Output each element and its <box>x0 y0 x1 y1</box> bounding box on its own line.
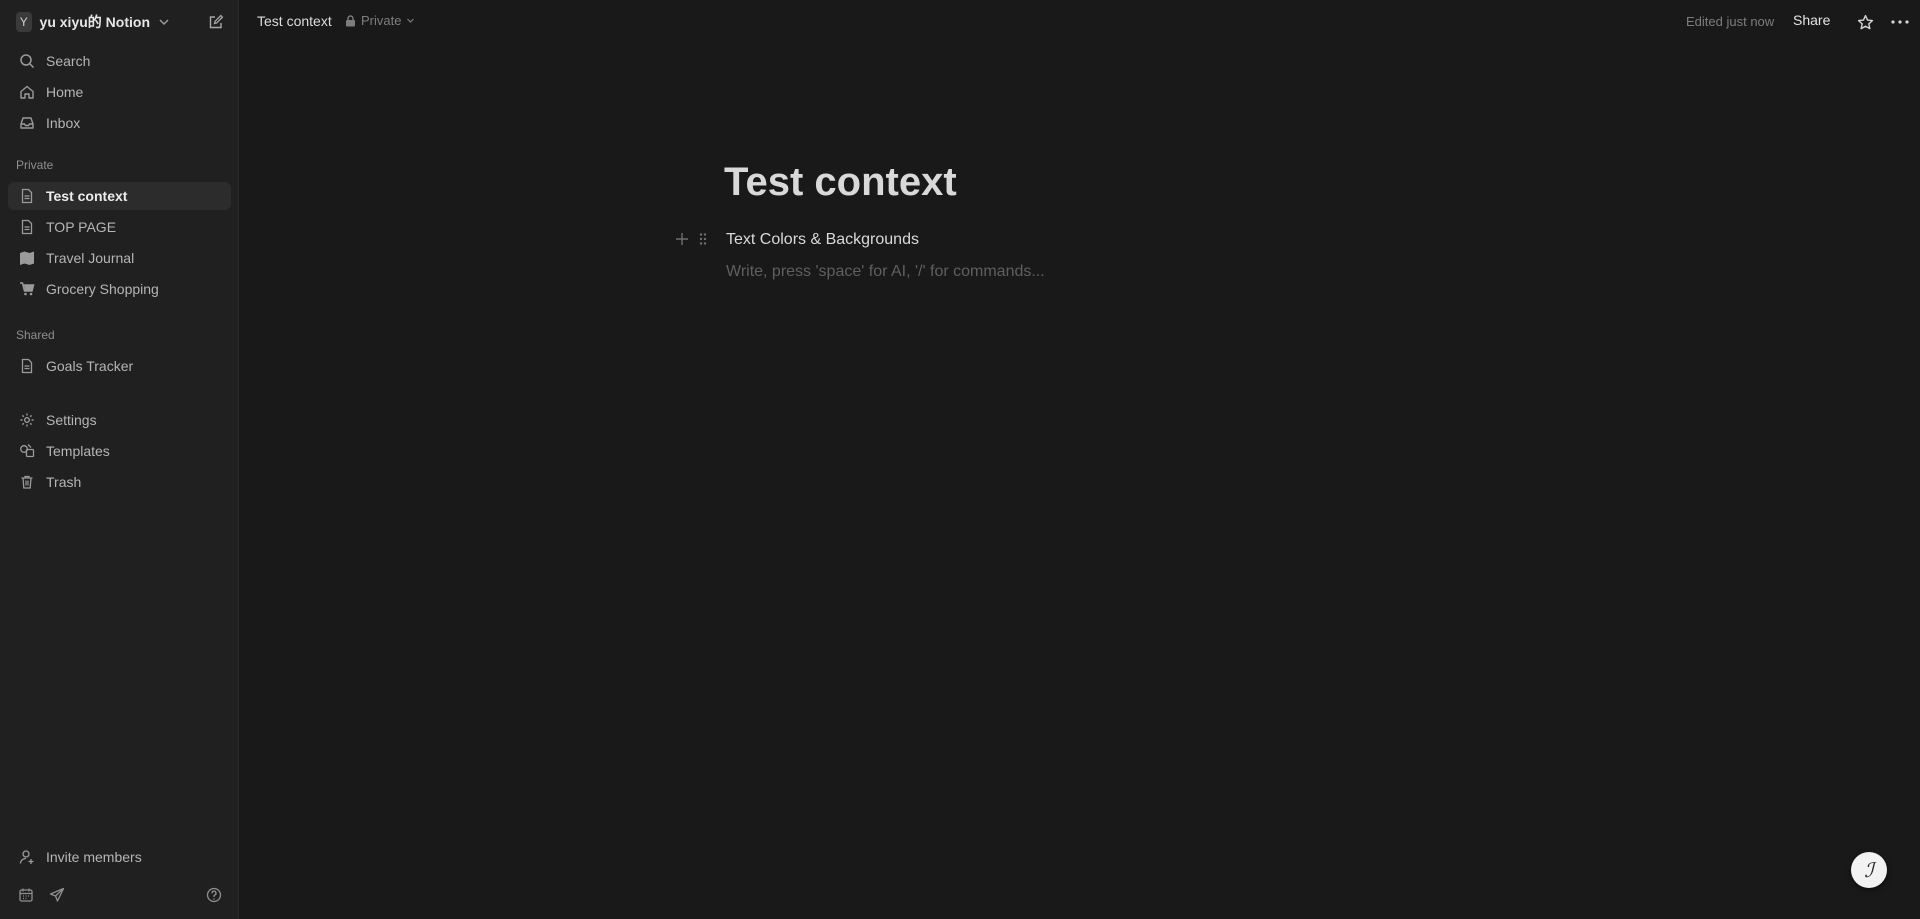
sidebar-item-inbox[interactable]: Inbox <box>8 109 231 137</box>
workspace-switcher[interactable]: Y yu xiyu的 Notion <box>8 9 178 35</box>
empty-block-placeholder[interactable]: Write, press 'space' for AI, '/' for com… <box>726 263 1045 281</box>
sidebar-item-label: Home <box>46 84 84 100</box>
templates-icon <box>18 442 36 460</box>
drag-handle[interactable] <box>694 230 712 248</box>
sidebar-item-home[interactable]: Home <box>8 78 231 106</box>
sidebar-item-goals-tracker[interactable]: Goals Tracker <box>8 352 231 380</box>
drag-handle-icon <box>699 233 707 245</box>
sidebar-item-settings[interactable]: Settings <box>8 406 231 434</box>
workspace-name: yu xiyu的 Notion <box>39 14 150 30</box>
star-icon <box>1857 14 1873 29</box>
sidebar-item-label: TOP PAGE <box>46 219 117 235</box>
sidebar-item-label: Settings <box>46 412 97 428</box>
section-label-shared: Shared <box>16 328 55 342</box>
workspace-avatar: Y <box>16 12 32 32</box>
page-main: Test context Private Edited just now Sha… <box>239 0 1920 919</box>
sidebar-item-label: Templates <box>46 443 110 459</box>
sidebar-item-trash[interactable]: Trash <box>8 468 231 496</box>
page-icon <box>18 187 36 205</box>
inbox-icon <box>18 114 36 132</box>
sidebar-item-label: Trash <box>46 474 82 490</box>
search-icon <box>18 52 36 70</box>
edited-status: Edited just now <box>1686 14 1775 29</box>
map-icon <box>18 249 36 267</box>
page-title[interactable]: Test context <box>724 160 957 205</box>
sidebar-item-travel-journal[interactable]: Travel Journal <box>8 244 231 272</box>
sidebar-item-invite-members[interactable]: Invite members <box>8 843 231 871</box>
sidebar-item-label: Inbox <box>46 115 81 131</box>
calendar-icon[interactable] <box>15 884 37 906</box>
lock-icon <box>345 14 356 27</box>
favorite-button[interactable] <box>1854 11 1876 33</box>
plus-icon <box>676 233 688 245</box>
add-block-button[interactable] <box>673 230 691 248</box>
app-window: Y yu xiyu的 Notion Search Home Inbox Priv… <box>0 0 1920 919</box>
sidebar: Y yu xiyu的 Notion Search Home Inbox Priv… <box>0 0 239 919</box>
gear-icon <box>18 411 36 429</box>
sidebar-item-label: Grocery Shopping <box>46 281 159 297</box>
sidebar-item-grocery-shopping[interactable]: Grocery Shopping <box>8 275 231 303</box>
breadcrumb-page[interactable]: Test context <box>257 13 332 29</box>
sidebar-item-top-page[interactable]: TOP PAGE <box>8 213 231 241</box>
compose-icon <box>209 14 224 29</box>
sidebar-item-templates[interactable]: Templates <box>8 437 231 465</box>
privacy-dropdown[interactable]: Private <box>345 13 415 28</box>
send-icon[interactable] <box>46 884 68 906</box>
new-page-button[interactable] <box>205 11 227 33</box>
topbar: Test context Private Edited just now Sha… <box>239 0 1920 44</box>
page-icon <box>18 357 36 375</box>
page-icon <box>18 218 36 236</box>
sidebar-item-label: Invite members <box>46 849 142 865</box>
sidebar-item-label: Goals Tracker <box>46 358 134 374</box>
notion-ai-button[interactable]: ℐ <box>1851 852 1887 888</box>
chevron-down-icon <box>158 16 170 28</box>
section-label-private: Private <box>16 158 54 172</box>
text-block[interactable]: Text Colors & Backgrounds <box>726 231 919 249</box>
privacy-label: Private <box>361 13 402 28</box>
invite-user-icon <box>18 848 36 866</box>
sidebar-item-search[interactable]: Search <box>8 47 231 75</box>
ai-face-icon: ℐ <box>1864 858 1874 882</box>
help-icon[interactable] <box>203 884 225 906</box>
home-icon <box>18 83 36 101</box>
cart-icon <box>18 280 36 298</box>
sidebar-item-test-context[interactable]: Test context <box>8 182 231 210</box>
more-horizontal-icon <box>1891 20 1909 24</box>
trash-icon <box>18 473 36 491</box>
share-button[interactable]: Share <box>1793 12 1830 28</box>
more-options-button[interactable] <box>1889 11 1911 33</box>
sidebar-item-label: Search <box>46 53 91 69</box>
chevron-down-icon <box>406 16 415 25</box>
sidebar-item-label: Travel Journal <box>46 250 135 266</box>
sidebar-item-label: Test context <box>46 188 128 204</box>
